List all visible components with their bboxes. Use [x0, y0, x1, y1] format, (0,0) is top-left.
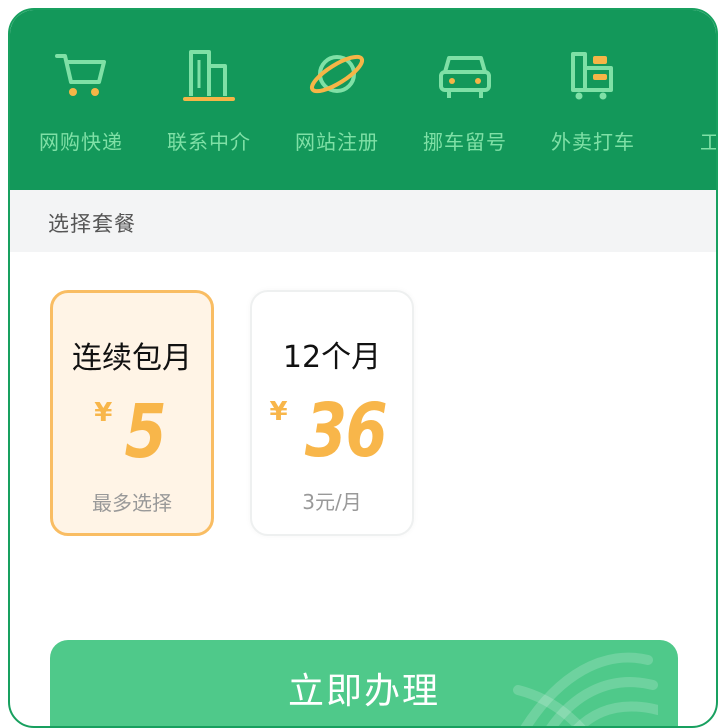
currency-symbol: ¥	[269, 397, 288, 427]
plan-note: 3元/月	[302, 490, 362, 514]
car-icon	[439, 56, 491, 98]
partial-icon	[691, 44, 718, 104]
building-icon	[183, 50, 235, 101]
nav-item-label: 网购快递	[39, 130, 123, 154]
plan-name: 12个月	[282, 340, 382, 375]
delivery-truck-icon	[571, 52, 613, 100]
section-title: 选择套餐	[48, 212, 136, 236]
nav-item-move-car[interactable]: 挪车留号	[410, 38, 520, 168]
nav-item-contact-agent[interactable]: 联系中介	[154, 38, 264, 168]
price-amount: 5	[124, 389, 167, 475]
plan-price: ¥36	[252, 388, 412, 478]
price-amount: 36	[304, 388, 387, 474]
app-frame: 网购快递 联系中介 网站注册 挪车留号 外卖打车 选择套餐 连续包月 ¥ 5 最…	[8, 8, 718, 728]
package-section-header: 选择套餐	[10, 190, 716, 252]
plan-note: 最多选择	[92, 491, 172, 515]
nav-item-takeout-taxi[interactable]: 外卖打车	[538, 38, 648, 168]
plan-name: 连续包月	[72, 341, 192, 376]
nav-item-label: 工作	[666, 126, 716, 155]
nav-item-work[interactable]: 工作	[666, 38, 718, 168]
planet-icon	[309, 54, 365, 94]
plan-price: ¥5	[53, 389, 211, 479]
scenario-nav-bar: 网购快递 联系中介 网站注册 挪车留号 外卖打车	[10, 10, 716, 190]
nav-item-online-shopping[interactable]: 网购快递	[26, 38, 136, 168]
nav-item-label: 联系中介	[167, 130, 251, 154]
cart-icon	[55, 54, 106, 96]
nav-item-website-register[interactable]: 网站注册	[282, 38, 392, 168]
plan-card-monthly[interactable]: 连续包月 ¥5 最多选择	[50, 290, 214, 536]
apply-now-label: 立即办理	[287, 671, 440, 712]
nav-item-label: 外卖打车	[551, 130, 635, 154]
apply-now-button[interactable]: 立即办理	[50, 640, 678, 726]
plan-card-12-months[interactable]: 12个月 ¥36 3元/月	[250, 290, 414, 536]
nav-item-label: 网站注册	[295, 130, 379, 154]
currency-symbol: ¥	[94, 398, 113, 428]
nav-item-label: 挪车留号	[423, 130, 507, 154]
